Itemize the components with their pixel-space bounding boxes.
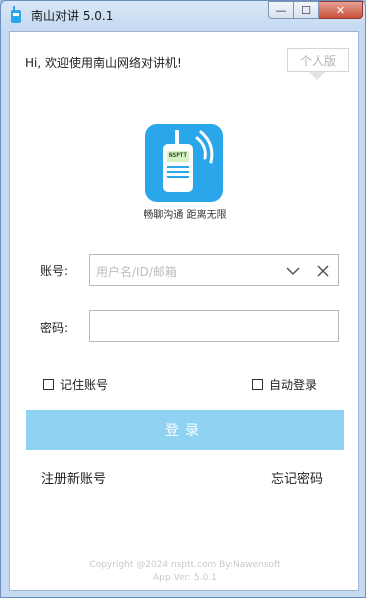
auto-login-checkbox[interactable] bbox=[252, 379, 263, 390]
edition-pointer-icon bbox=[309, 72, 325, 80]
login-panel: Hi, 欢迎使用南山网络对讲机! 个人版 NSPTT 畅聊沟通 距离无限 账号:… bbox=[9, 31, 359, 591]
remember-account-checkbox[interactable] bbox=[43, 379, 54, 390]
chevron-down-icon[interactable] bbox=[284, 262, 302, 280]
version-text: App Ver: 5.0.1 bbox=[153, 573, 217, 583]
remember-account-option[interactable]: 记住账号 bbox=[43, 376, 108, 393]
minimize-button[interactable]: — bbox=[268, 1, 294, 19]
password-label: 密码: bbox=[40, 321, 69, 335]
walkie-talkie-app-icon bbox=[11, 6, 21, 23]
title-bar[interactable]: 南山对讲 5.0.1 — ☐ ✕ bbox=[1, 1, 366, 29]
app-window: 南山对讲 5.0.1 — ☐ ✕ Hi, 欢迎使用南山网络对讲机! 个人版 NS… bbox=[0, 0, 366, 598]
auto-login-option[interactable]: 自动登录 bbox=[252, 376, 317, 393]
password-input[interactable] bbox=[89, 310, 339, 342]
auto-login-label: 自动登录 bbox=[269, 378, 318, 392]
register-link[interactable]: 注册新账号 bbox=[41, 468, 106, 487]
account-label: 账号: bbox=[40, 264, 69, 278]
account-input[interactable]: 用户名/ID/邮箱 bbox=[89, 254, 339, 286]
welcome-text: Hi, 欢迎使用南山网络对讲机! bbox=[25, 56, 182, 70]
walkie-talkie-icon bbox=[163, 130, 214, 192]
login-button[interactable]: 登录 bbox=[26, 410, 344, 450]
copyright-text: Copyright @2024 nsptt.com By:Nawensoft bbox=[89, 560, 281, 570]
logo-slogan: 畅聊沟通 距离无限 bbox=[143, 210, 227, 221]
window-title: 南山对讲 5.0.1 bbox=[31, 9, 114, 23]
window-controls: — ☐ ✕ bbox=[268, 1, 363, 21]
maximize-button[interactable]: ☐ bbox=[294, 1, 319, 19]
clear-icon[interactable] bbox=[314, 262, 332, 280]
app-logo: NSPTT bbox=[145, 124, 223, 202]
close-button[interactable]: ✕ bbox=[319, 1, 363, 19]
edition-button[interactable]: 个人版 bbox=[287, 48, 349, 72]
forgot-password-link[interactable]: 忘记密码 bbox=[271, 468, 323, 487]
logo-badge-text: NSPTT bbox=[168, 152, 188, 159]
account-placeholder: 用户名/ID/邮箱 bbox=[96, 265, 177, 279]
remember-account-label: 记住账号 bbox=[60, 378, 109, 392]
